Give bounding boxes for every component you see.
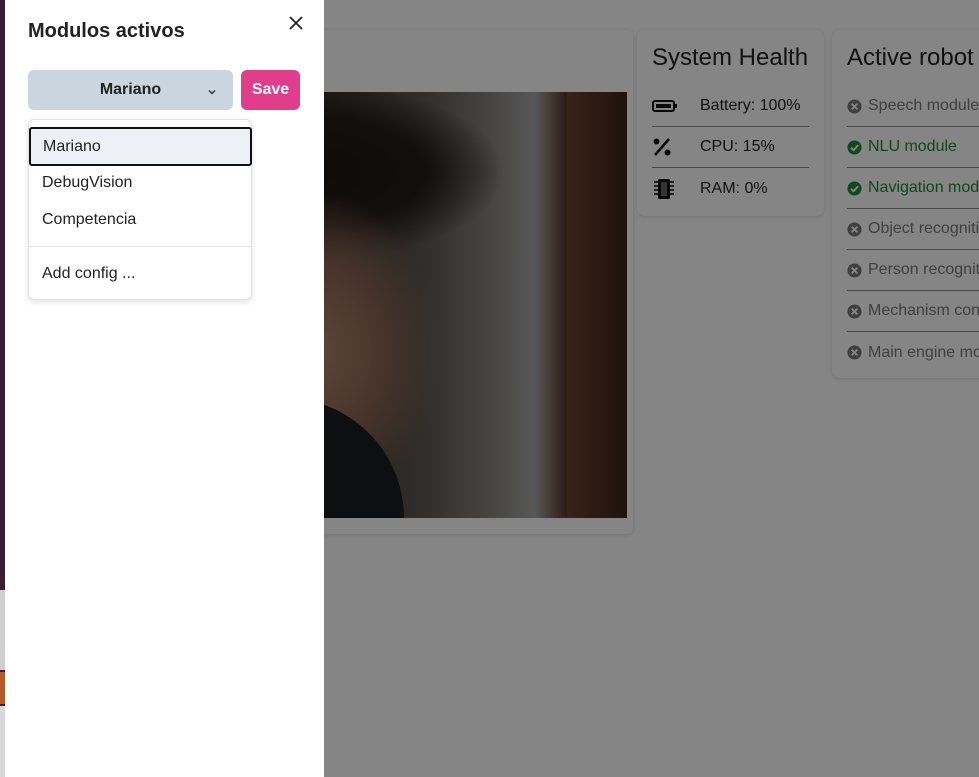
menu-divider [29, 246, 251, 247]
chevron-down-icon [207, 84, 217, 102]
close-icon [289, 15, 303, 35]
config-select-value: Mariano [99, 81, 162, 98]
config-select[interactable]: Mariano [28, 70, 233, 110]
menu-item-add-config[interactable]: Add config ... [29, 255, 253, 292]
menu-item-mariano[interactable]: Mariano [29, 127, 252, 166]
menu-item-competencia[interactable]: Competencia [29, 201, 253, 238]
modules-drawer: Modulos activos Mariano Save Mariano Deb… [5, 0, 324, 777]
save-button[interactable]: Save [241, 70, 300, 110]
config-dropdown-menu: Mariano DebugVision Competencia Add conf… [28, 119, 252, 300]
close-button[interactable] [285, 14, 307, 36]
drawer-title: Modulos activos [28, 20, 185, 42]
menu-item-debugvision[interactable]: DebugVision [29, 164, 253, 201]
